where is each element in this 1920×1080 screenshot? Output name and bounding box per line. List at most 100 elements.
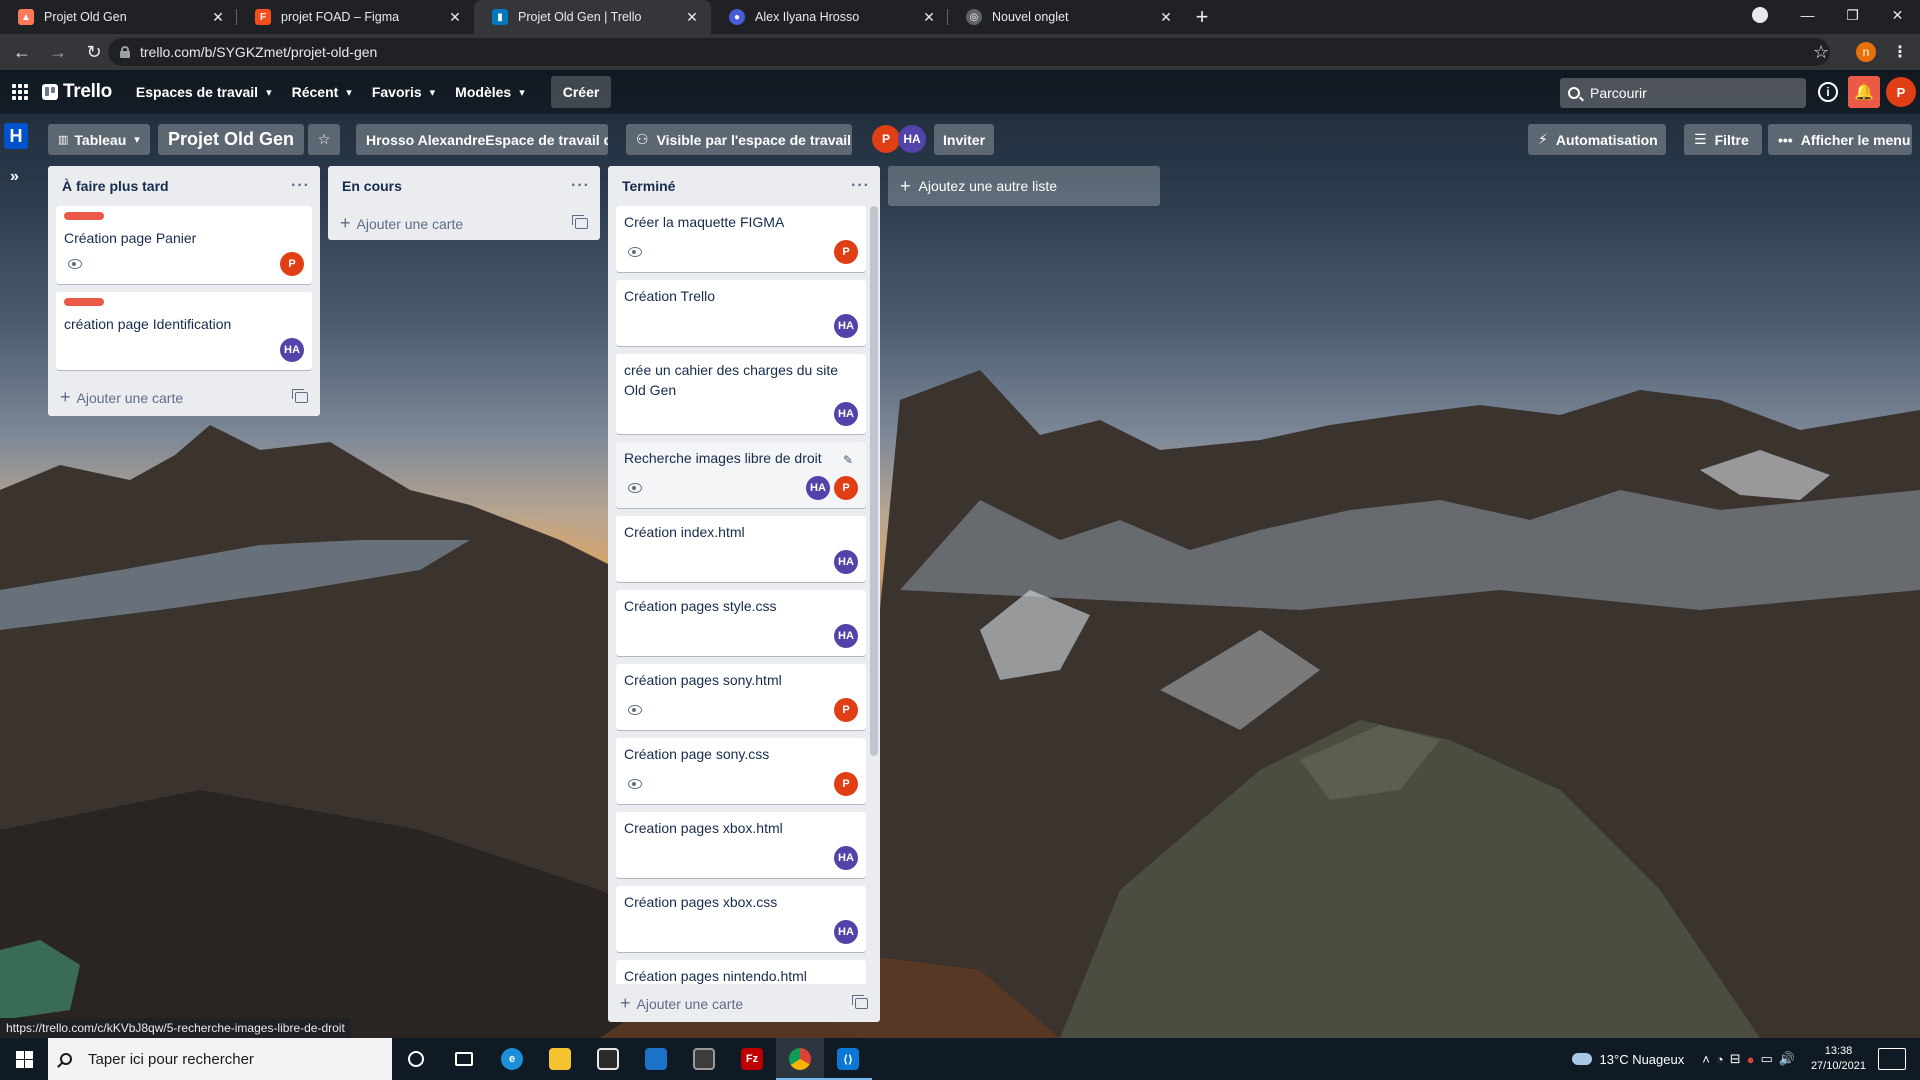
card[interactable]: Création pages sony.html P <box>616 664 866 730</box>
volume-icon[interactable]: 🔊 <box>1779 1051 1795 1067</box>
menu-favorites[interactable]: Favoris ▾ <box>372 76 445 108</box>
card-member-avatar[interactable]: HA <box>834 846 858 870</box>
antivirus-icon[interactable]: ● <box>1747 1052 1755 1067</box>
menu-workspaces[interactable]: Espaces de travail ▾ <box>136 76 282 108</box>
task-view-icon[interactable] <box>440 1038 488 1080</box>
tab-search-icon[interactable] <box>1752 7 1768 23</box>
close-tab-icon[interactable]: ✕ <box>1157 8 1175 26</box>
new-tab-button[interactable]: + <box>1185 0 1219 34</box>
list-title[interactable]: En cours <box>342 178 402 194</box>
usb-icon[interactable]: ⊟ <box>1730 1051 1741 1067</box>
close-tab-icon[interactable]: ✕ <box>446 8 464 26</box>
card[interactable]: Création index.html HA <box>616 516 866 582</box>
card[interactable]: Créer la maquette FIGMA P <box>616 206 866 272</box>
address-bar[interactable]: trello.com/b/SYGKZmet/projet-old-gen <box>108 38 1830 66</box>
search-input[interactable]: Parcourir <box>1560 78 1806 108</box>
workspace-button[interactable]: Hrosso AlexandreEspace de travail de <box>356 124 608 155</box>
list-menu-icon[interactable]: ··· <box>851 177 870 195</box>
add-card-button[interactable]: + Ajouter une carte <box>328 206 600 240</box>
card-member-avatar[interactable]: P <box>834 240 858 264</box>
list-header[interactable]: Terminé ··· <box>608 166 880 206</box>
list-title[interactable]: Terminé <box>622 178 675 194</box>
card-member-avatar[interactable]: HA <box>834 314 858 338</box>
chrome-profile-avatar[interactable]: n <box>1856 42 1876 62</box>
member-avatar[interactable]: HA <box>898 125 926 153</box>
microsoft-store-icon[interactable] <box>584 1038 632 1080</box>
action-center-icon[interactable] <box>1878 1048 1906 1070</box>
card[interactable]: crée un cahier des charges du site Old G… <box>616 354 866 434</box>
visibility-button[interactable]: ⚇ Visible par l'espace de travail <box>626 124 852 155</box>
add-card-button[interactable]: + Ajouter une carte <box>608 984 880 1022</box>
card[interactable]: Création Trello HA <box>616 280 866 346</box>
list-menu-icon[interactable]: ··· <box>291 177 310 195</box>
card-member-avatar[interactable]: HA <box>280 338 304 362</box>
member-avatar[interactable]: P <box>872 125 900 153</box>
card-template-icon[interactable] <box>852 994 868 1009</box>
weather-widget[interactable]: 13°C Nuageux <box>1571 1052 1684 1067</box>
card-template-icon[interactable] <box>572 214 588 229</box>
browser-tab[interactable]: F projet FOAD – Figma ✕ <box>237 0 474 34</box>
card[interactable]: Création page Panier P <box>56 206 312 284</box>
expand-sidebar-icon[interactable]: » <box>10 168 19 186</box>
list-cards-scroll[interactable]: Créer la maquette FIGMA P Création Trell… <box>608 206 880 984</box>
card-member-avatar[interactable]: P <box>834 476 858 500</box>
clock[interactable]: 13:38 27/10/2021 <box>1811 1044 1866 1074</box>
list-header[interactable]: En cours ··· <box>328 166 600 206</box>
browser-tab-active[interactable]: ▮ Projet Old Gen | Trello ✕ <box>474 0 711 34</box>
trello-logo[interactable]: Trello <box>42 81 112 103</box>
list-header[interactable]: À faire plus tard ··· <box>48 166 320 206</box>
info-icon[interactable]: i <box>1818 82 1838 102</box>
card-member-avatar[interactable]: P <box>834 698 858 722</box>
filezilla-icon[interactable]: Fz <box>728 1038 776 1080</box>
battery-icon[interactable]: ▭ <box>1760 1051 1772 1067</box>
create-button[interactable]: Créer <box>550 76 612 108</box>
add-card-button[interactable]: + Ajouter une carte <box>48 378 320 416</box>
chrome-menu-icon[interactable]: ⋮ <box>1892 42 1908 62</box>
app-switcher-icon[interactable] <box>12 84 28 100</box>
board-title[interactable]: Projet Old Gen <box>158 124 305 155</box>
invite-button[interactable]: Inviter <box>934 124 994 155</box>
card[interactable]: Création pages xbox.css HA <box>616 886 866 952</box>
list-scrollbar[interactable] <box>870 206 878 756</box>
edit-pencil-icon[interactable]: ✎ <box>836 448 860 472</box>
user-avatar[interactable]: P <box>1886 77 1916 107</box>
notifications-bell-icon[interactable]: 🔔 <box>1848 76 1880 108</box>
edge-icon[interactable]: e <box>488 1038 536 1080</box>
chrome-taskbar-icon[interactable] <box>776 1038 824 1080</box>
list-title[interactable]: À faire plus tard <box>62 178 169 194</box>
card-member-avatar[interactable]: HA <box>806 476 830 500</box>
card-member-avatar[interactable]: HA <box>834 402 858 426</box>
close-window-icon[interactable]: ✕ <box>1875 7 1920 24</box>
browser-tab[interactable]: ▲ Projet Old Gen ✕ <box>0 0 237 34</box>
close-tab-icon[interactable]: ✕ <box>920 8 938 26</box>
board-view-switcher[interactable]: ▥ Tableau ▾ <box>48 124 150 155</box>
star-board-icon[interactable]: ☆ <box>308 124 340 155</box>
list-menu-icon[interactable]: ··· <box>571 177 590 195</box>
card[interactable]: Creation pages xbox.html HA <box>616 812 866 878</box>
taskbar-search-input[interactable]: Taper ici pour rechercher <box>48 1038 392 1080</box>
browser-tab[interactable]: ● Alex Ilyana Hrosso ✕ <box>711 0 948 34</box>
calculator-icon[interactable] <box>680 1038 728 1080</box>
card[interactable]: Création pages style.css HA <box>616 590 866 656</box>
card-template-icon[interactable] <box>292 388 308 403</box>
menu-templates[interactable]: Modèles ▾ <box>455 76 535 108</box>
card-label-red[interactable] <box>64 298 104 306</box>
card-member-avatar[interactable]: HA <box>834 550 858 574</box>
restore-icon[interactable]: ❐ <box>1830 7 1875 24</box>
back-arrow-icon[interactable]: ← <box>8 38 36 66</box>
chevron-up-icon[interactable]: ˄ <box>1702 1052 1710 1067</box>
mail-icon[interactable] <box>632 1038 680 1080</box>
close-tab-icon[interactable]: ✕ <box>683 8 701 26</box>
browser-tab[interactable]: ◎ Nouvel onglet ✕ <box>948 0 1185 34</box>
cortana-icon[interactable] <box>392 1038 440 1080</box>
card-member-avatar[interactable]: HA <box>834 920 858 944</box>
card-member-avatar[interactable]: P <box>834 772 858 796</box>
card[interactable]: Création page sony.css P <box>616 738 866 804</box>
add-list-button[interactable]: + Ajoutez une autre liste <box>888 166 1160 206</box>
automation-button[interactable]: ⚡ Automatisation <box>1528 124 1666 155</box>
windows-start-button[interactable] <box>0 1038 48 1080</box>
wifi-icon[interactable]: ◔ <box>1716 1052 1724 1067</box>
vscode-taskbar-icon[interactable]: ⟨⟩ <box>824 1038 872 1080</box>
card-hovered[interactable]: Recherche images libre de droit ✎ HA P <box>616 442 866 508</box>
lock-icon[interactable] <box>120 46 130 58</box>
